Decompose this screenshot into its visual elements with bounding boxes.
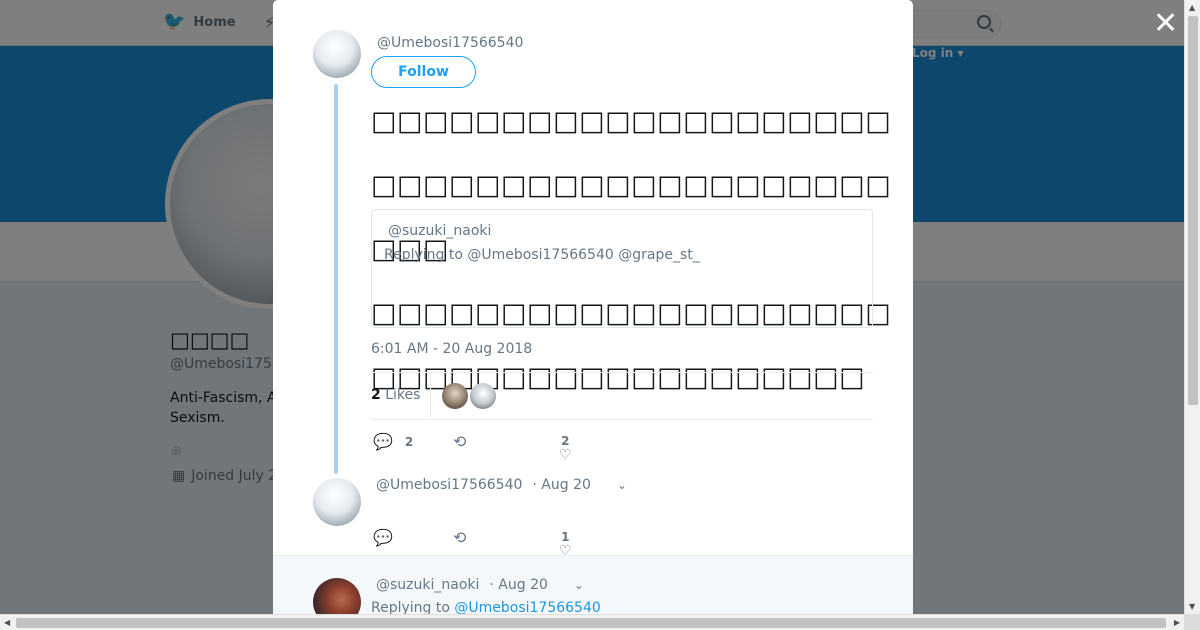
reply-meta: @Umebosi17566540 · Aug 20 ⌄ — [376, 477, 627, 493]
tweet-timestamp[interactable]: 6:01 AM - 20 Aug 2018 — [371, 341, 532, 357]
retweet-icon: ⟲ — [453, 528, 467, 547]
replying-prefix: Replying to — [371, 600, 450, 614]
reply-icon: 💬 — [373, 528, 393, 547]
thread-line — [334, 84, 338, 474]
retweet-button[interactable]: ⟲ — [453, 528, 466, 547]
scroll-up-arrow-icon[interactable]: ▲ — [1189, 3, 1195, 12]
vertical-scrollbar[interactable]: ▲ ▼ — [1184, 0, 1200, 614]
scroll-left-arrow-icon[interactable]: ◀ — [4, 618, 10, 627]
scroll-down-arrow-icon[interactable]: ▼ — [1189, 602, 1195, 611]
stats-divider — [430, 375, 431, 417]
follow-button[interactable]: Follow — [371, 56, 476, 88]
like-count: 1 — [561, 530, 570, 544]
reply-count: 2 — [404, 434, 414, 449]
vertical-scroll-thumb[interactable] — [1188, 16, 1198, 405]
quoted-tweet-card[interactable]: @suzuki_naoki Replying to @Umebosi175665… — [371, 209, 873, 328]
horizontal-scrollbar[interactable]: ◀ ▶ — [0, 614, 1184, 630]
author-handle[interactable]: @Umebosi17566540 — [377, 35, 523, 51]
quoted-tweet-handle[interactable]: @suzuki_naoki — [388, 223, 491, 239]
reply-date[interactable]: · Aug 20 — [532, 477, 591, 493]
chevron-down-icon[interactable]: ⌄ — [617, 478, 627, 492]
heart-icon: ♡ — [559, 447, 572, 463]
scrollbar-corner — [1184, 614, 1200, 630]
like-button[interactable]: 1 ♡ — [559, 530, 572, 558]
likes-stat[interactable]: 2 Likes — [371, 387, 420, 403]
author-avatar[interactable] — [313, 30, 361, 78]
quoted-tweet-replying: Replying to @Umebosi17566540 @grape_st_ — [384, 247, 700, 263]
retweet-icon: ⟲ — [453, 432, 467, 451]
reply-avatar[interactable] — [313, 478, 361, 526]
reply-date[interactable]: · Aug 20 — [489, 577, 548, 593]
replying-to-link[interactable]: @Umebosi17566540 — [454, 600, 600, 614]
liker-avatar[interactable] — [470, 383, 496, 409]
like-button[interactable]: 2 ♡ — [559, 434, 572, 462]
replying-to: Replying to @Umebosi17566540 — [371, 600, 601, 614]
like-count: 2 — [561, 434, 570, 448]
reply-handle[interactable]: @suzuki_naoki — [376, 577, 479, 593]
close-icon[interactable]: ✕ — [1153, 9, 1178, 39]
retweet-button[interactable]: ⟲ — [453, 432, 466, 451]
tweet-stats: 2 Likes — [371, 372, 873, 420]
horizontal-scroll-thumb[interactable] — [16, 618, 1166, 628]
likes-label: Likes — [385, 387, 421, 403]
chevron-down-icon[interactable]: ⌄ — [574, 578, 584, 592]
likes-count: 2 — [371, 387, 381, 403]
reply-handle[interactable]: @Umebosi17566540 — [376, 477, 522, 493]
reply-meta: @suzuki_naoki · Aug 20 ⌄ — [376, 577, 584, 593]
scroll-right-arrow-icon[interactable]: ▶ — [1174, 618, 1180, 627]
reply-button[interactable]: 💬 2 — [373, 432, 413, 451]
tweet-modal: @Umebosi17566540 Follow □□□□□□□□□□□□□□□□… — [273, 0, 913, 614]
reply-icon: 💬 — [373, 432, 393, 451]
reply-button[interactable]: 💬 — [373, 528, 393, 547]
liker-avatar[interactable] — [442, 383, 468, 409]
